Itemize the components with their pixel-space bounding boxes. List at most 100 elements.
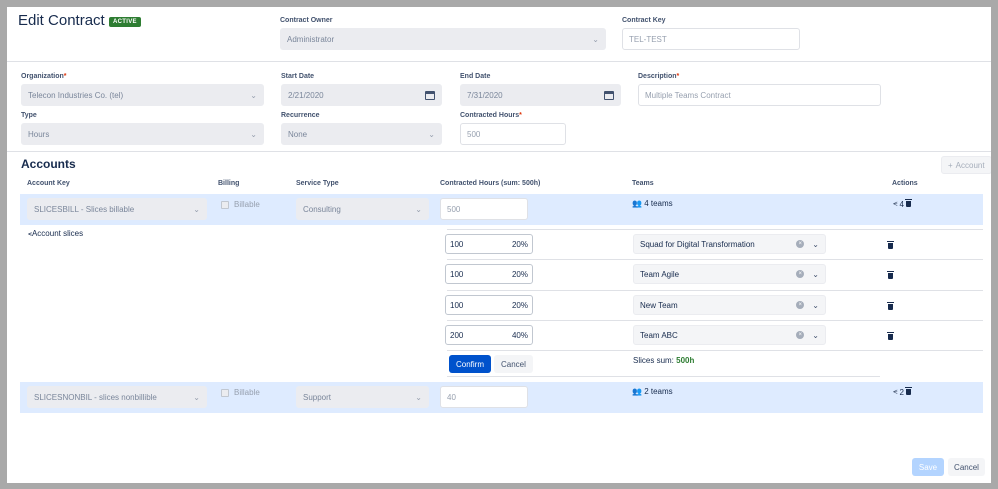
row-actions: ⪪ 4	[893, 199, 912, 209]
teams-count: 2 teams	[644, 387, 673, 396]
organization-select[interactable]: Telecon Industries Co. (tel) ⌄	[21, 84, 264, 106]
contracted-hours-input[interactable]: 500	[460, 123, 566, 145]
users-icon: 👥	[632, 387, 642, 396]
account-key-value: SLICESNONBIL - slices nonbillible	[34, 392, 157, 402]
slice-hours-input[interactable]: 200 40%	[445, 325, 533, 345]
trash-icon[interactable]	[887, 271, 894, 279]
col-service-type: Service Type	[296, 180, 339, 187]
slice-divider	[447, 229, 983, 230]
add-account-button[interactable]: + Account	[941, 156, 991, 174]
split-icon[interactable]: ⪪	[893, 199, 898, 209]
end-date-input[interactable]: 7/31/2020	[460, 84, 621, 106]
slice-hours-value: 100	[450, 239, 464, 249]
billable-checkbox[interactable]: Billable	[221, 388, 260, 397]
teams-summary[interactable]: 👥 4 teams	[632, 199, 673, 208]
header-divider	[7, 61, 991, 62]
contract-key-input[interactable]: TEL-TEST	[622, 28, 800, 50]
chevron-down-icon: ⌄	[250, 90, 257, 100]
start-date-input[interactable]: 2/21/2020	[281, 84, 442, 106]
type-select[interactable]: Hours ⌄	[21, 123, 264, 145]
chevron-down-icon: ⌄	[428, 129, 435, 139]
slice-hours-input[interactable]: 100 20%	[445, 264, 533, 284]
chevron-down-icon[interactable]: ⌄	[812, 331, 819, 340]
account-key-select[interactable]: SLICESNONBIL - slices nonbillible ⌄	[27, 386, 207, 408]
chevron-down-icon[interactable]: ⌄	[812, 301, 819, 310]
slice-hours-input[interactable]: 100 20%	[445, 295, 533, 315]
organization-value: Telecon Industries Co. (tel)	[28, 90, 124, 100]
clear-icon[interactable]: ×	[796, 301, 805, 309]
slices-count: 4	[899, 199, 904, 209]
chevron-down-icon[interactable]: ⌄	[812, 270, 819, 279]
contract-key-placeholder: TEL-TEST	[629, 34, 667, 44]
contract-key-label: Contract Key	[622, 17, 666, 24]
calendar-icon[interactable]	[425, 90, 435, 100]
slice-hours-value: 200	[450, 330, 464, 340]
slice-delete[interactable]	[887, 236, 894, 254]
account-key-select[interactable]: SLICESBILL - Slices billable ⌄	[27, 198, 207, 220]
slices-sum-label: Slices sum:	[633, 356, 674, 365]
account-hours-input[interactable]: 500	[440, 198, 528, 220]
row-actions: ⪪ 2	[893, 387, 912, 397]
billable-checkbox[interactable]: Billable	[221, 200, 260, 209]
slice-divider	[447, 350, 983, 351]
calendar-icon[interactable]	[604, 90, 614, 100]
slice-delete[interactable]	[887, 266, 894, 284]
clear-icon[interactable]: ×	[796, 331, 805, 339]
slices-sum-value: 500h	[676, 356, 695, 365]
chevron-down-icon[interactable]: ⌄	[812, 240, 819, 249]
plus-icon: +	[948, 160, 953, 170]
chevron-down-icon: ⌄	[250, 129, 257, 139]
slice-percent: 40%	[511, 330, 528, 340]
chevron-down-icon: ⌄	[193, 392, 200, 402]
teams-summary[interactable]: 👥 2 teams	[632, 387, 673, 396]
slice-team-value: Squad for Digital Transformation	[640, 239, 755, 249]
col-account-key: Account Key	[27, 180, 70, 187]
save-button[interactable]: Save	[912, 458, 944, 476]
add-account-label: Account	[955, 160, 985, 170]
recurrence-select[interactable]: None ⌄	[281, 123, 442, 145]
slice-delete[interactable]	[887, 297, 894, 315]
trash-icon[interactable]	[904, 199, 912, 207]
slices-count: 2	[899, 387, 904, 397]
slice-team-select[interactable]: Squad for Digital Transformation × ⌄	[633, 234, 826, 254]
chevron-down-icon: ⌄	[415, 204, 422, 214]
description-placeholder: Multiple Teams Contract	[645, 90, 731, 100]
billable-label: Billable	[234, 388, 260, 397]
slices-bottom-divider	[447, 376, 880, 377]
col-teams: Teams	[632, 180, 654, 187]
cancel-button[interactable]: Cancel	[948, 458, 985, 476]
service-type-select[interactable]: Support ⌄	[296, 386, 429, 408]
slice-team-value: Team Agile	[640, 269, 680, 279]
slice-team-value: Team ABC	[640, 330, 678, 340]
account-slices-link[interactable]: ⪪Account slices	[28, 229, 83, 239]
cancel-slices-button[interactable]: Cancel	[494, 355, 533, 373]
account-slices-label: Account slices	[31, 229, 84, 238]
description-input[interactable]: Multiple Teams Contract	[638, 84, 881, 106]
start-date-label: Start Date	[281, 73, 315, 80]
contracted-hours-label: Contracted Hours*	[460, 112, 522, 119]
slice-hours-input[interactable]: 100 20%	[445, 234, 533, 254]
contract-owner-select[interactable]: Administrator ⌄	[280, 28, 606, 50]
trash-icon[interactable]	[887, 241, 894, 249]
confirm-slices-button[interactable]: Confirm	[449, 355, 492, 373]
slice-team-select[interactable]: New Team × ⌄	[633, 295, 826, 315]
trash-icon[interactable]	[904, 387, 912, 395]
type-value: Hours	[28, 129, 50, 139]
split-icon[interactable]: ⪪	[893, 387, 898, 397]
trash-icon[interactable]	[887, 302, 894, 310]
recurrence-label: Recurrence	[281, 112, 320, 119]
recurrence-value: None	[288, 129, 308, 139]
trash-icon[interactable]	[887, 332, 894, 340]
checkbox-icon	[221, 200, 229, 209]
slice-delete[interactable]	[887, 327, 894, 345]
end-date-value: 7/31/2020	[467, 90, 503, 100]
account-hours-input[interactable]: 40	[440, 386, 528, 408]
service-type-select[interactable]: Consulting ⌄	[296, 198, 429, 220]
slice-team-select[interactable]: Team ABC × ⌄	[633, 325, 826, 345]
chevron-down-icon: ⌄	[415, 392, 422, 402]
slice-team-select[interactable]: Team Agile × ⌄	[633, 264, 826, 284]
clear-icon[interactable]: ×	[796, 270, 805, 278]
clear-icon[interactable]: ×	[796, 240, 805, 248]
service-type-value: Support	[303, 392, 332, 402]
contracted-hours-placeholder: 500	[467, 129, 481, 139]
